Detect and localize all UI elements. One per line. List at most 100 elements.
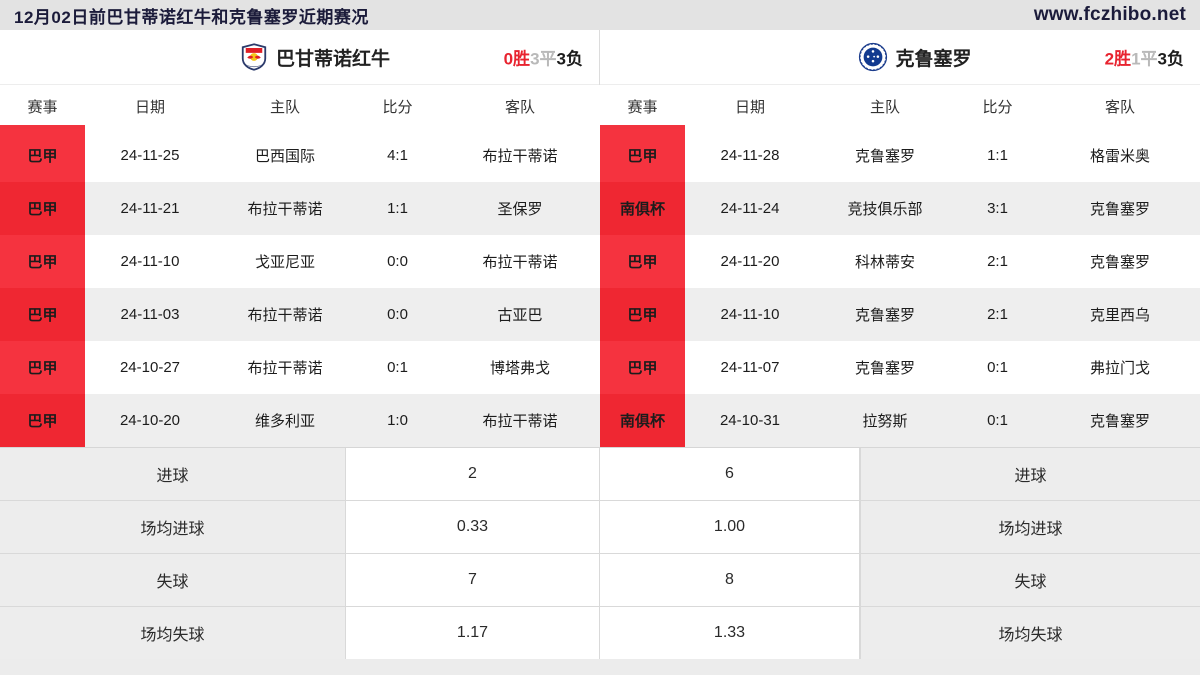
stat-value-right: 1.33: [600, 607, 860, 659]
away-team: 布拉干蒂诺: [440, 394, 600, 447]
stat-value-left: 7: [345, 554, 600, 606]
stat-value-right: 8: [600, 554, 860, 606]
left-team-record: 0胜3平3负: [504, 45, 583, 70]
right-record-draws: 1平: [1131, 49, 1158, 69]
left-team-panel: 巴甘蒂诺红牛 0胜3平3负 赛事 日期 主队 比分 客队 巴甲 24-11-25…: [0, 30, 600, 447]
home-team: 巴西国际: [215, 129, 355, 182]
league-badge: 巴甲: [600, 288, 685, 341]
stat-label-right: 场均进球: [860, 501, 1200, 553]
left-record-wins: 0胜: [503, 49, 531, 69]
left-match-table: 赛事 日期 主队 比分 客队 巴甲 24-11-25 巴西国际 4:1 布拉干蒂…: [0, 85, 600, 447]
away-team: 弗拉门戈: [1040, 341, 1200, 394]
away-team: 博塔弗戈: [440, 341, 600, 394]
home-team: 布拉干蒂诺: [215, 341, 355, 394]
table-row[interactable]: 南俱杯 24-10-31 拉努斯 0:1 克鲁塞罗: [600, 394, 1200, 447]
league-badge: 巴甲: [0, 182, 85, 235]
stat-label-right: 场均失球: [860, 607, 1200, 659]
match-score: 4:1: [355, 129, 440, 182]
match-score: 0:0: [355, 235, 440, 288]
table-row[interactable]: 巴甲 24-10-20 维多利亚 1:0 布拉干蒂诺: [0, 394, 600, 447]
match-date: 24-11-21: [85, 182, 215, 235]
home-team: 竞技俱乐部: [815, 182, 955, 235]
table-row[interactable]: 巴甲 24-10-27 布拉干蒂诺 0:1 博塔弗戈: [0, 341, 600, 394]
away-team: 布拉干蒂诺: [440, 129, 600, 182]
left-col-league: 赛事: [0, 85, 85, 129]
match-date: 24-11-25: [85, 129, 215, 182]
red-bull-bragantino-crest-icon: [239, 42, 269, 72]
match-date: 24-11-10: [85, 235, 215, 288]
stat-value-right: 1.00: [600, 501, 860, 553]
away-team: 克鲁塞罗: [1040, 235, 1200, 288]
league-badge: 南俱杯: [600, 394, 685, 447]
right-table-header-row: 赛事 日期 主队 比分 客队: [600, 85, 1200, 129]
right-record-losses: 3负: [1157, 49, 1184, 69]
stat-label-right: 进球: [860, 448, 1200, 500]
table-row[interactable]: 巴甲 24-11-20 科林蒂安 2:1 克鲁塞罗: [600, 235, 1200, 288]
cruzeiro-crest-icon: [858, 42, 888, 72]
match-score: 0:0: [355, 288, 440, 341]
league-badge: 巴甲: [0, 235, 85, 288]
home-team: 克鲁塞罗: [815, 341, 955, 394]
page-header: 12月02日前巴甘蒂诺红牛和克鲁塞罗近期赛况 www.fczhibo.net: [0, 0, 1200, 30]
panels-container: 巴甘蒂诺红牛 0胜3平3负 赛事 日期 主队 比分 客队 巴甲 24-11-25…: [0, 30, 1200, 447]
stat-value-left: 1.17: [345, 607, 600, 659]
match-date: 24-11-10: [685, 288, 815, 341]
match-date: 24-11-07: [685, 341, 815, 394]
home-team: 克鲁塞罗: [815, 129, 955, 182]
match-date: 24-10-27: [85, 341, 215, 394]
home-team: 布拉干蒂诺: [215, 288, 355, 341]
left-team-header: 巴甘蒂诺红牛 0胜3平3负: [0, 30, 599, 85]
page-title: 12月02日前巴甘蒂诺红牛和克鲁塞罗近期赛况: [14, 7, 369, 27]
match-date: 24-11-20: [685, 235, 815, 288]
stat-value-right: 6: [600, 448, 860, 500]
match-date: 24-10-20: [85, 394, 215, 447]
table-row[interactable]: 巴甲 24-11-28 克鲁塞罗 1:1 格雷米奥: [600, 129, 1200, 182]
home-team: 维多利亚: [215, 394, 355, 447]
table-row[interactable]: 巴甲 24-11-10 戈亚尼亚 0:0 布拉干蒂诺: [0, 235, 600, 288]
stat-row: 场均失球 1.17 1.33 场均失球: [0, 607, 1200, 659]
left-team-name: 巴甘蒂诺红牛: [275, 48, 390, 70]
match-score: 1:1: [355, 182, 440, 235]
table-row[interactable]: 巴甲 24-11-03 布拉干蒂诺 0:0 古亚巴: [0, 288, 600, 341]
left-col-away: 客队: [440, 85, 600, 129]
left-record-losses: 3负: [556, 49, 583, 69]
left-col-date: 日期: [85, 85, 215, 129]
left-team-identity: 巴甘蒂诺红牛: [209, 42, 390, 72]
stats-comparison: 进球 2 6 进球 场均进球 0.33 1.00 场均进球 失球 7 8 失球 …: [0, 447, 1200, 659]
table-row[interactable]: 南俱杯 24-11-24 竞技俱乐部 3:1 克鲁塞罗: [600, 182, 1200, 235]
match-score: 1:1: [955, 129, 1040, 182]
table-row[interactable]: 巴甲 24-11-25 巴西国际 4:1 布拉干蒂诺: [0, 129, 600, 182]
match-date: 24-11-28: [685, 129, 815, 182]
league-badge: 巴甲: [600, 129, 685, 182]
table-row[interactable]: 巴甲 24-11-10 克鲁塞罗 2:1 克里西乌: [600, 288, 1200, 341]
league-badge: 巴甲: [600, 341, 685, 394]
right-team-identity: 克鲁塞罗: [828, 42, 972, 72]
home-team: 戈亚尼亚: [215, 235, 355, 288]
away-team: 圣保罗: [440, 182, 600, 235]
league-badge: 巴甲: [600, 235, 685, 288]
right-team-name: 克鲁塞罗: [895, 48, 972, 70]
match-date: 24-11-03: [85, 288, 215, 341]
stat-value-left: 2: [345, 448, 600, 500]
league-badge: 巴甲: [0, 129, 85, 182]
match-score: 0:1: [355, 341, 440, 394]
match-date: 24-11-24: [685, 182, 815, 235]
away-team: 克鲁塞罗: [1040, 182, 1200, 235]
table-row[interactable]: 巴甲 24-11-07 克鲁塞罗 0:1 弗拉门戈: [600, 341, 1200, 394]
stat-label-right: 失球: [860, 554, 1200, 606]
match-score: 0:1: [955, 394, 1040, 447]
left-record-draws: 3平: [530, 49, 557, 69]
away-team: 古亚巴: [440, 288, 600, 341]
table-row[interactable]: 巴甲 24-11-21 布拉干蒂诺 1:1 圣保罗: [0, 182, 600, 235]
stat-label-left: 失球: [0, 554, 345, 606]
league-badge: 巴甲: [0, 394, 85, 447]
match-score: 3:1: [955, 182, 1040, 235]
right-team-header: 克鲁塞罗 2胜1平3负: [600, 30, 1200, 85]
right-team-record: 2胜1平3负: [1105, 45, 1184, 70]
away-team: 格雷米奥: [1040, 129, 1200, 182]
home-team: 克鲁塞罗: [815, 288, 955, 341]
stat-label-left: 场均进球: [0, 501, 345, 553]
right-match-table: 赛事 日期 主队 比分 客队 巴甲 24-11-28 克鲁塞罗 1:1 格雷米奥: [600, 85, 1200, 447]
right-col-home: 主队: [815, 85, 955, 129]
left-col-home: 主队: [215, 85, 355, 129]
